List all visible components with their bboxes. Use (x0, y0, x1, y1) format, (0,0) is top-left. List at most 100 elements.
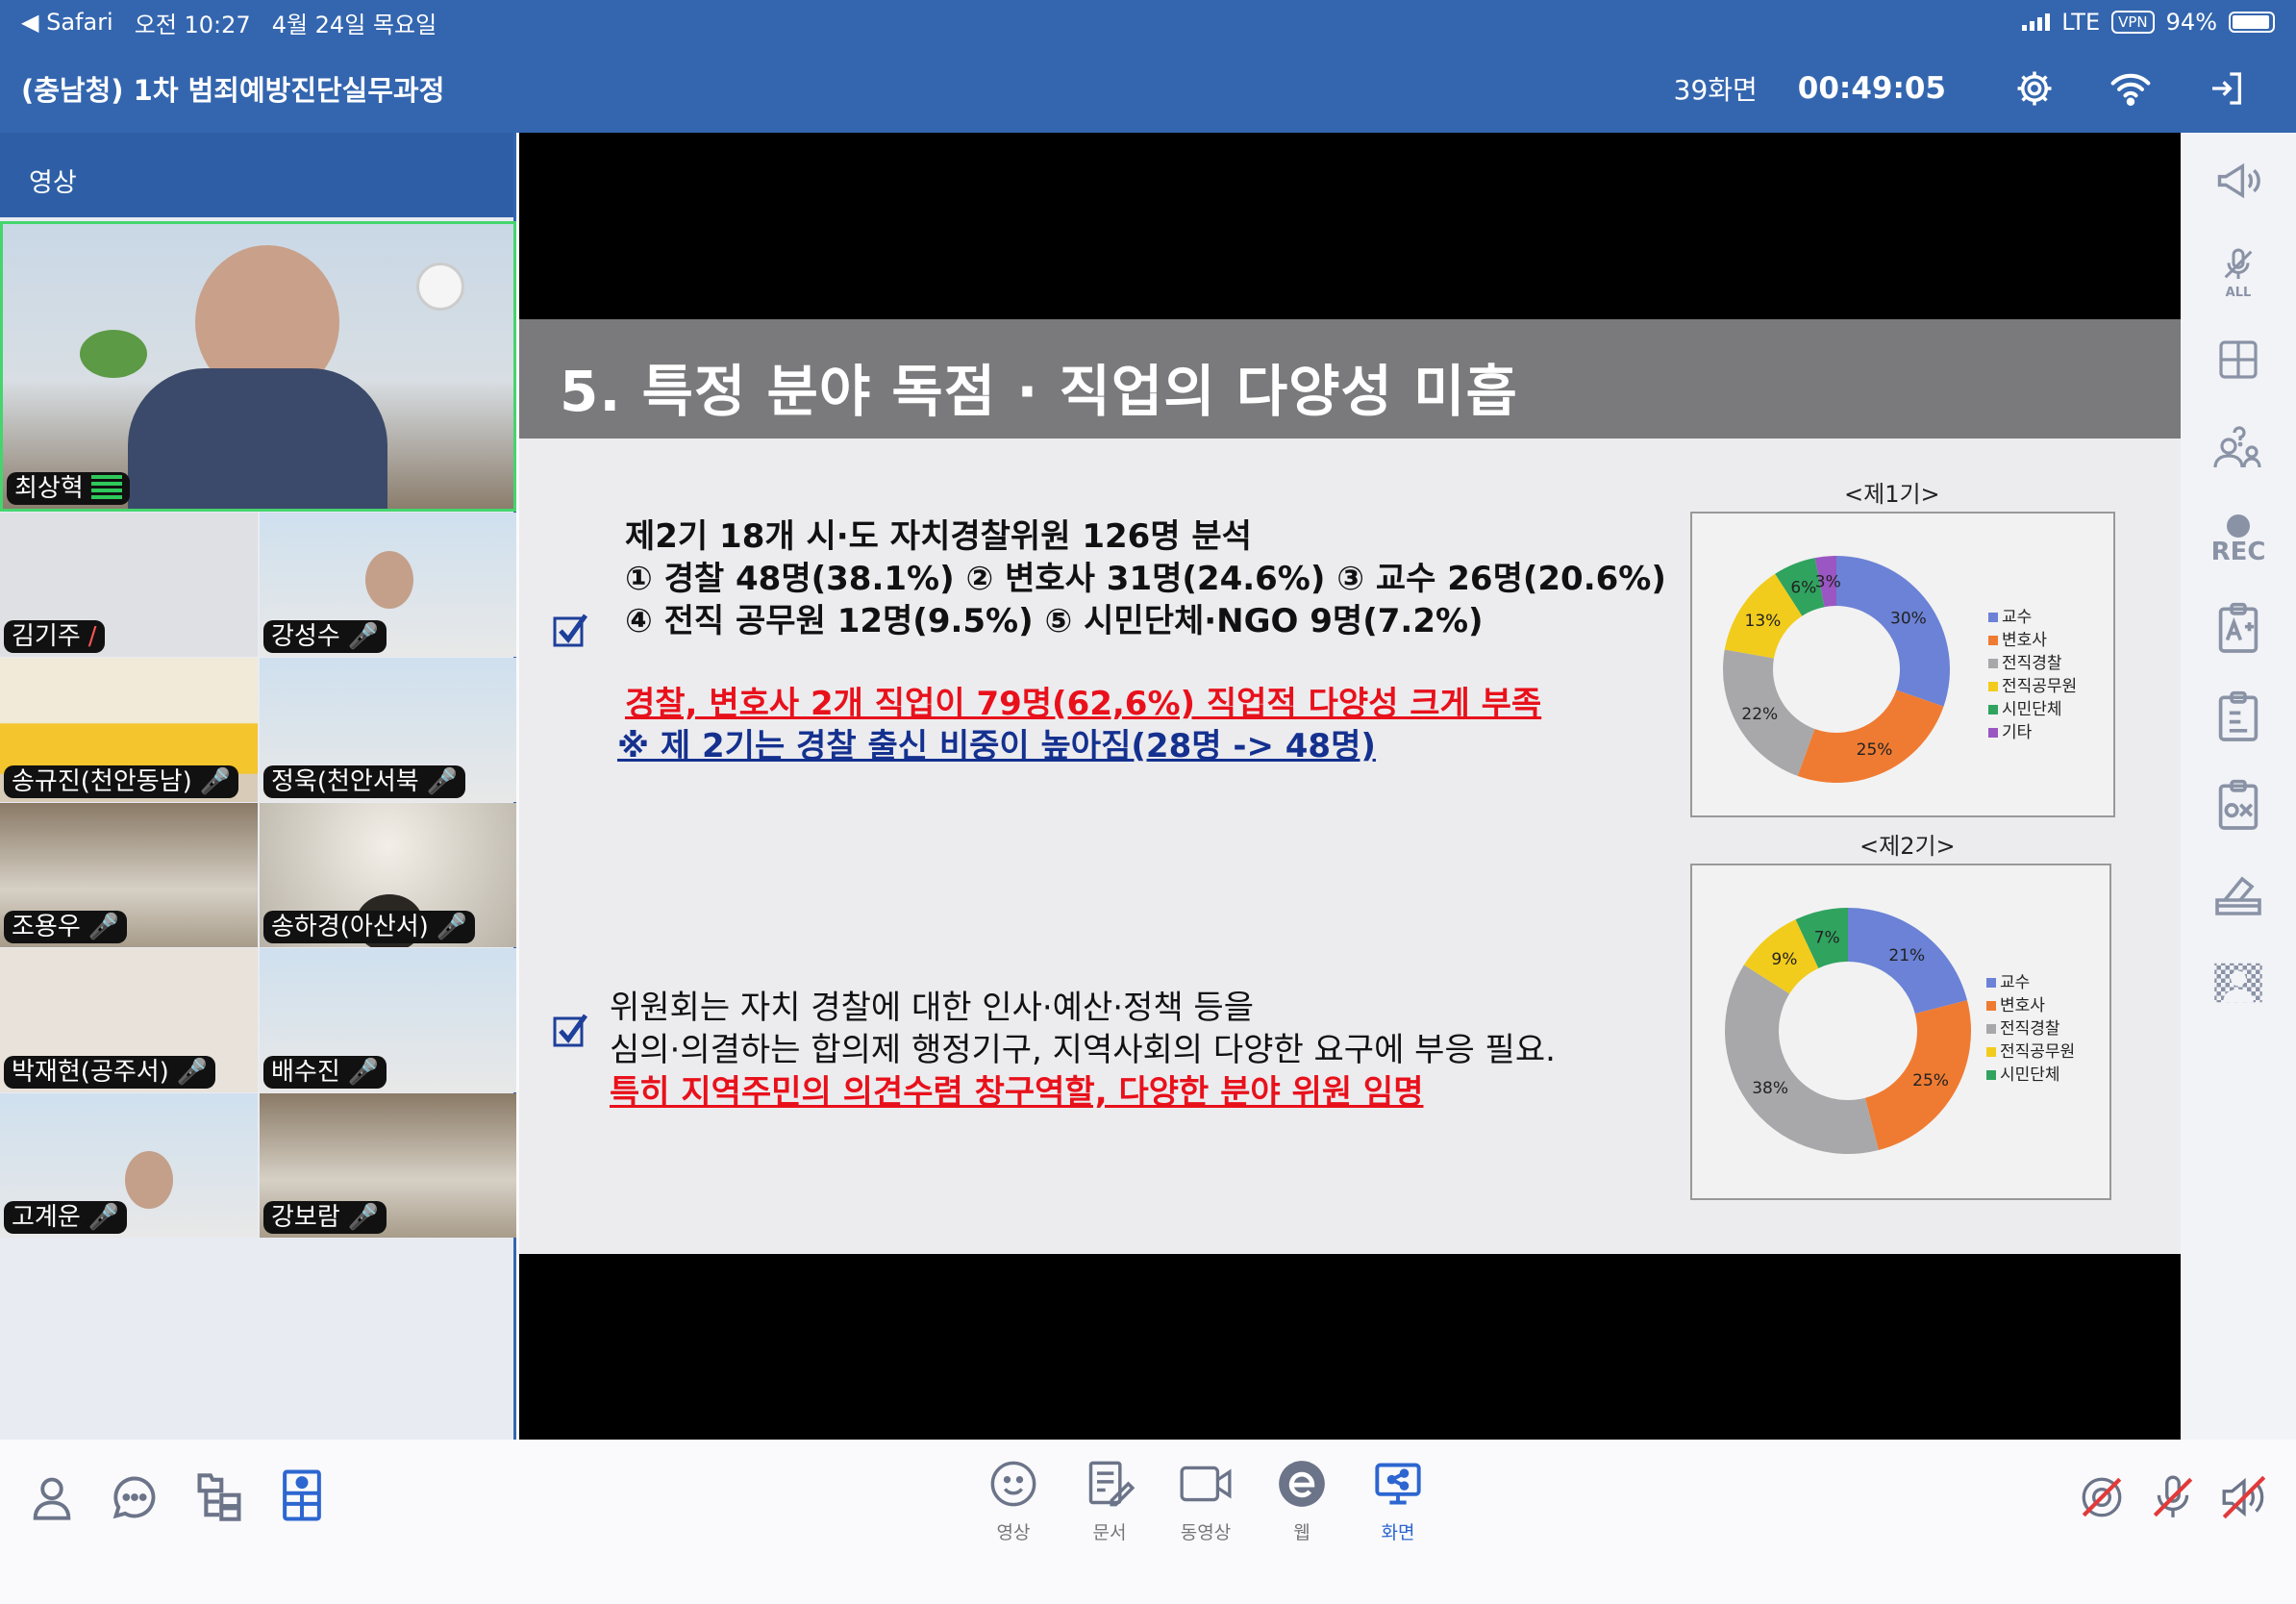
audio-level-icon (90, 475, 122, 502)
survey-icon[interactable] (2209, 689, 2267, 746)
chat-icon[interactable] (108, 1470, 162, 1524)
participant-label: 조용우 🎤 (4, 911, 128, 943)
wifi-icon[interactable] (2109, 67, 2152, 110)
video-tile-speaker[interactable]: 최상혁 (0, 221, 516, 512)
share-video-button[interactable]: 영상 (970, 1459, 1057, 1544)
video-tile[interactable]: 조용우 🎤 (0, 803, 258, 947)
date: 4월 24일 목요일 (271, 11, 437, 38)
speaker-off-icon[interactable] (2217, 1470, 2271, 1524)
layout-grid-icon[interactable] (2209, 331, 2267, 388)
video-tile[interactable]: 배수진 🎤 (260, 948, 516, 1092)
share-web-button[interactable]: 웹 (1259, 1459, 1345, 1544)
mic-off-icon[interactable] (2146, 1470, 2200, 1524)
legend-label: 전직공무원 (2000, 1042, 2076, 1062)
legend-label: 전직경찰 (2002, 654, 2062, 673)
vote-icon[interactable] (2209, 865, 2267, 923)
legend-label: 기타 (2002, 723, 2033, 742)
virtual-background-icon[interactable] (2209, 954, 2267, 1012)
participant-name: 배수진 (271, 1058, 340, 1087)
record-button[interactable]: REC (2209, 502, 2267, 579)
participant-name: 송규진(천안동남) (12, 767, 192, 796)
video-camera-icon (1180, 1466, 1232, 1502)
mic-icon: 🎤 (436, 913, 468, 941)
legend-item: 전직경찰 (1988, 652, 2077, 675)
checkbox-icon (553, 614, 588, 647)
slice-label: 25% (1857, 740, 1893, 760)
share-movie-button[interactable]: 동영상 (1162, 1459, 1249, 1544)
legend-item: 전직경찰 (1986, 1017, 2075, 1040)
slide-line: 심의·의결하는 합의제 행정기구, 지역사회의 다양한 요구에 부응 필요. (610, 1031, 1556, 1069)
record-dot-icon (2227, 514, 2250, 538)
video-tile[interactable]: 송하경(아산서) 🎤 (260, 803, 516, 947)
legend-label: 시민단체 (2000, 1065, 2060, 1085)
participant-label: 강보람 🎤 (263, 1201, 387, 1234)
legend-item: 교수 (1986, 971, 2075, 994)
screen-share-icon (1375, 1463, 1421, 1505)
question-user-icon[interactable] (2209, 419, 2267, 477)
video-panel: 영상 최상혁 김기주 / 강성수 🎤 송규진(천안동남) 🎤 정욱(천안서북 🎤 조용우… (0, 133, 516, 1440)
plant-decoration (80, 330, 147, 378)
legend-swatch (1986, 1001, 1996, 1011)
presentation-slide: 5. 특정 분야 독점 · 직업의 다양성 미흡 제2기 18개 시·도 자치경… (519, 319, 2181, 1254)
participant-name: 박재현(공주서) (12, 1058, 169, 1087)
title-bar: (충남청) 1차 범죄예방진단실무과정 39화면 00:49:05 (0, 44, 2296, 133)
ox-quiz-icon[interactable] (2209, 777, 2267, 835)
share-web-label: 웹 (1293, 1522, 1310, 1543)
participant-label: 송하경(아산서) 🎤 (263, 911, 476, 943)
share-screen-button[interactable]: 화면 (1355, 1459, 1441, 1544)
legend-swatch (1986, 1047, 1996, 1057)
donut-chart-2: 21% 25% 38% 9% 7% 교수 변호사 전직경찰 전직공무원 시민단체 (1690, 864, 2111, 1200)
chart-legend: 교수변호사 전직경찰 전직공무원시민단체 (1986, 971, 2075, 1087)
battery-percent: 94% (2165, 9, 2217, 36)
video-tile[interactable]: 강성수 🎤 (260, 513, 516, 657)
checkbox-icon (553, 1014, 588, 1047)
legend-swatch (1986, 978, 1996, 988)
chart-title: <제1기> (1844, 481, 1940, 508)
legend-swatch (1988, 636, 1998, 645)
legend-label: 시민단체 (2002, 700, 2062, 719)
chart-title: <제2기> (1859, 833, 1956, 860)
legend-item: 전직공무원 (1988, 675, 2077, 698)
gear-icon[interactable] (2013, 67, 2056, 110)
exit-icon[interactable] (2206, 67, 2248, 110)
share-document-label: 문서 (1092, 1522, 1127, 1543)
slide-line: ① 경찰 48명(38.1%) ② 변호사 31명(24.6%) ③ 교수 26… (625, 560, 1666, 598)
screen-count[interactable]: 39화면 (1674, 69, 1758, 108)
slice-label: 3% (1815, 572, 1841, 591)
back-to-app-link[interactable]: ◀ Safari (21, 9, 113, 36)
share-document-button[interactable]: 문서 (1066, 1459, 1153, 1544)
legend-swatch (1988, 728, 1998, 738)
participant-label: 배수진 🎤 (263, 1056, 387, 1089)
battery-icon (2229, 12, 2275, 33)
video-tile[interactable]: 송규진(천안동남) 🎤 (0, 658, 258, 802)
legend-item: 기타 (1988, 721, 2077, 744)
mute-all-icon[interactable]: ALL (2209, 231, 2267, 312)
seating-chart-icon[interactable] (275, 1468, 329, 1522)
grade-icon[interactable] (2209, 600, 2267, 658)
slide-text-block2: 위원회는 자치 경찰에 대한 인사·예산·정책 등을 심의·의결하는 합의제 행… (610, 987, 1556, 1114)
camera-off-icon[interactable] (2075, 1470, 2129, 1524)
legend-label: 전직공무원 (2002, 677, 2078, 696)
participant-label: 송규진(천안동남) 🎤 (4, 765, 239, 798)
share-screen-label: 화면 (1381, 1522, 1415, 1543)
video-tile[interactable]: 정욱(천안서북 🎤 (260, 658, 516, 802)
slice-label: 22% (1741, 705, 1778, 724)
file-tree-icon[interactable] (192, 1470, 246, 1524)
video-tile[interactable]: 박재현(공주서) 🎤 (0, 948, 258, 1092)
legend-label: 교수 (2000, 973, 2031, 992)
video-tile[interactable]: 김기주 / (0, 513, 258, 657)
participant-avatar (125, 1151, 173, 1209)
slide-line: 위원회는 자치 경찰에 대한 인사·예산·정책 등을 (610, 989, 1254, 1027)
donut-slice-변호사 (1797, 689, 1944, 783)
video-tile[interactable]: 고계운 🎤 (0, 1093, 258, 1238)
participants-icon[interactable] (25, 1470, 79, 1524)
cell-signal-icon (2022, 13, 2051, 31)
legend-item: 시민단체 (1986, 1064, 2075, 1087)
clock-decoration (416, 263, 464, 311)
video-tile[interactable]: 강보람 🎤 (260, 1093, 516, 1238)
legend-item: 변호사 (1986, 994, 2075, 1017)
megaphone-icon[interactable] (2209, 152, 2267, 210)
legend-swatch (1988, 682, 1998, 691)
right-toolbar: ALL REC (2181, 133, 2296, 1440)
slice-label: 30% (1890, 610, 1927, 629)
